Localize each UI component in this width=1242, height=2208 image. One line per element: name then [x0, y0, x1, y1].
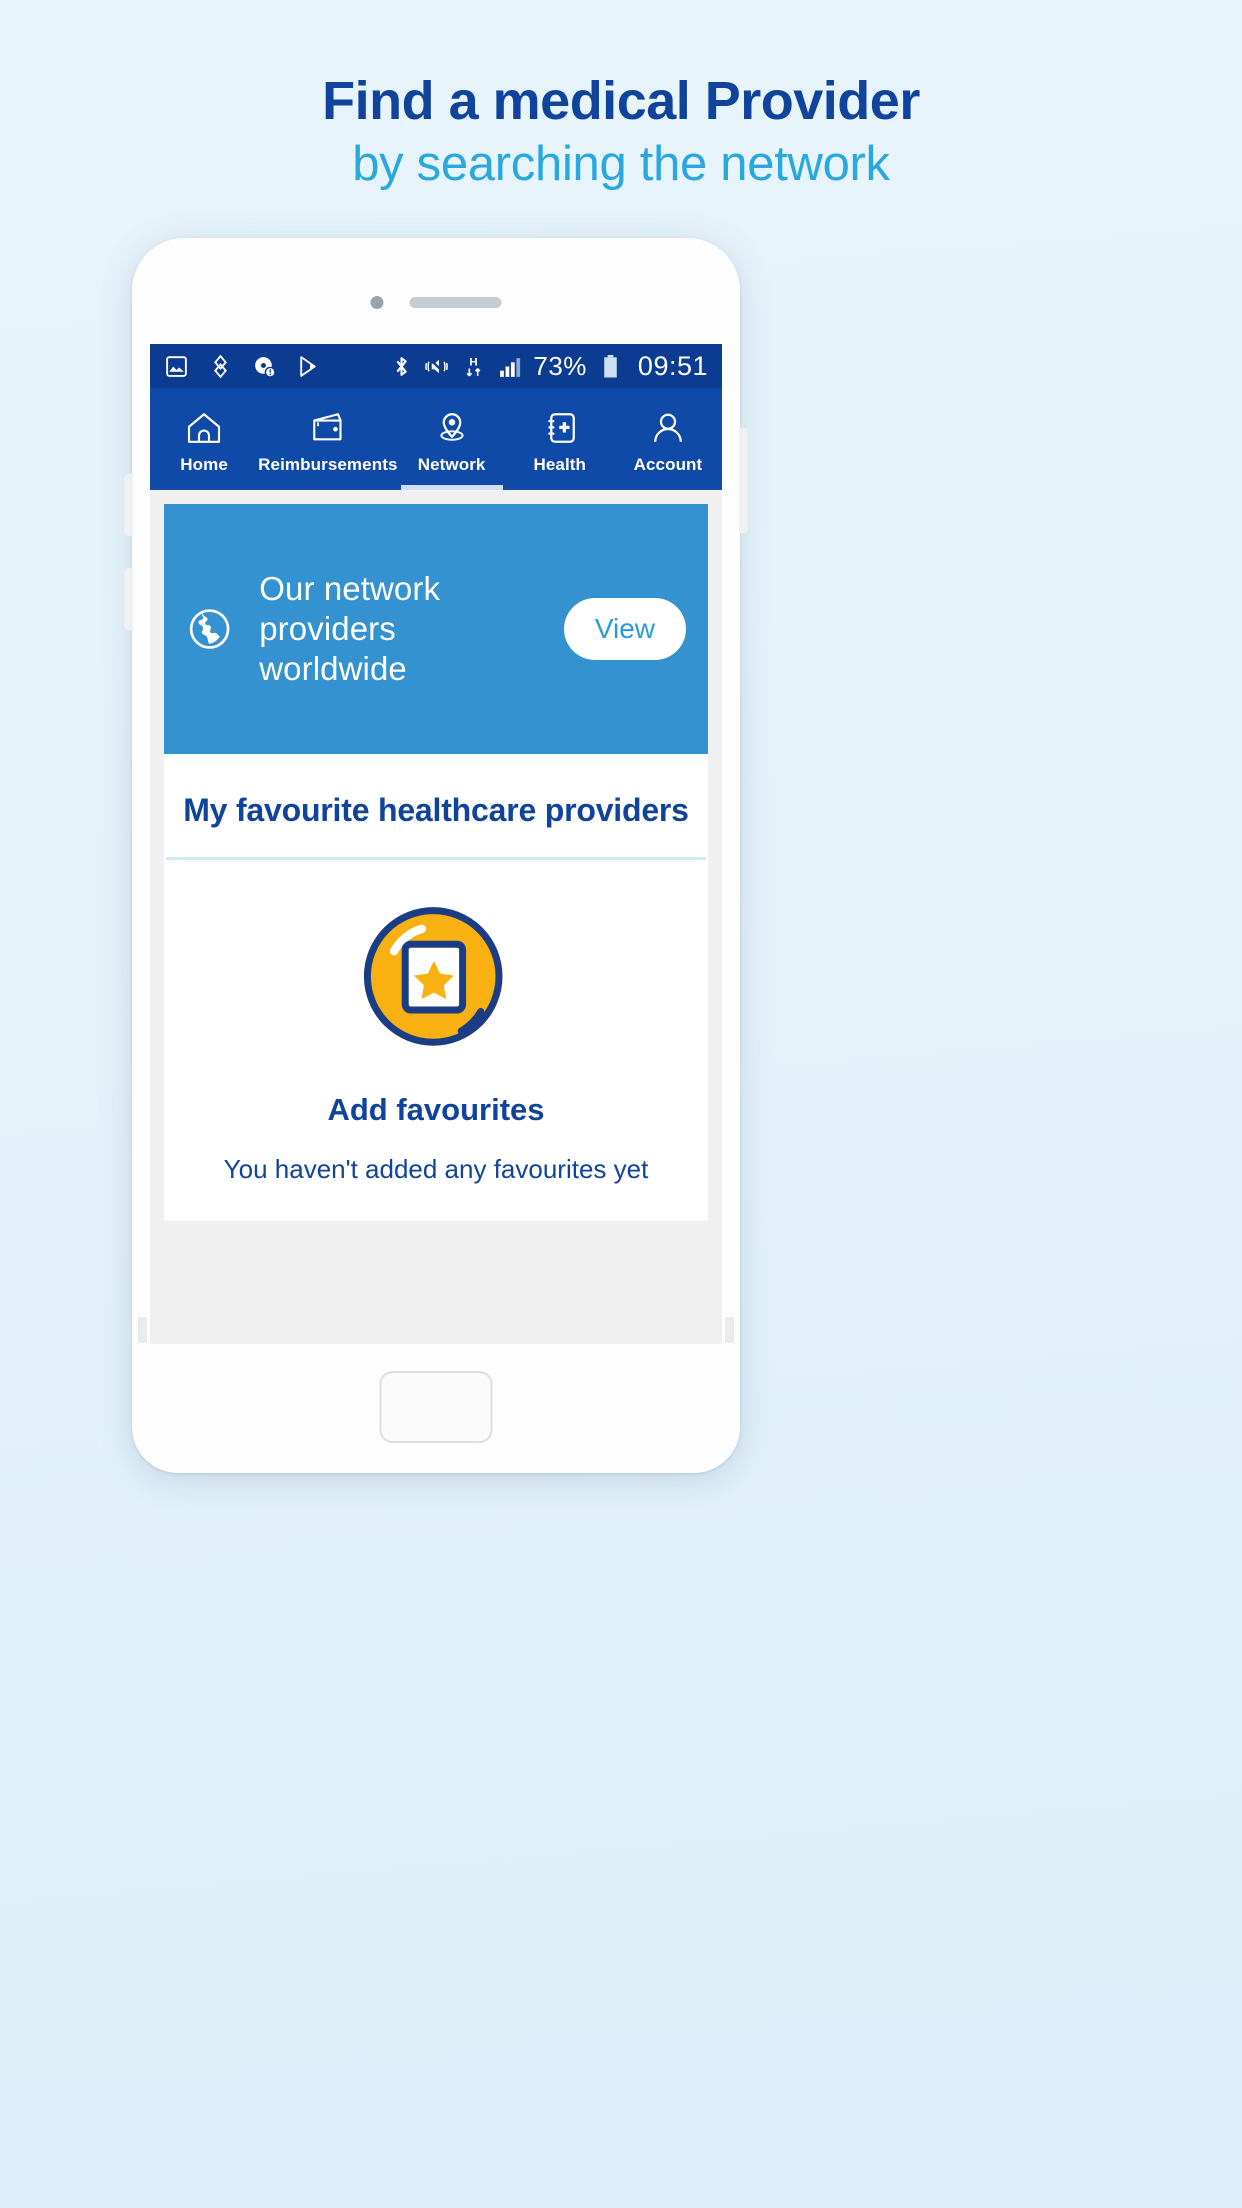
- phone-frame-notch-right: [725, 1317, 734, 1343]
- battery-icon: [604, 354, 617, 377]
- play-store-icon: [300, 355, 316, 377]
- status-bar-right-icons: H 73% 09:51: [389, 351, 708, 382]
- status-bar: H 73% 09:51: [150, 344, 722, 388]
- tab-reimbursements[interactable]: Reimbursements: [258, 388, 397, 490]
- svg-text:H: H: [470, 356, 478, 368]
- tab-account-label: Account: [633, 454, 703, 474]
- home-button[interactable]: [379, 1371, 493, 1443]
- person-icon: [654, 413, 682, 442]
- favourites-card: My favourite healthcare providers Add fa…: [164, 754, 708, 1221]
- location-crosshair-icon: [214, 354, 227, 378]
- disc-alert-icon: [255, 356, 276, 378]
- promo-title: Find a medical Provider: [322, 71, 920, 131]
- view-button[interactable]: View: [563, 598, 686, 660]
- phone-frame-notch-left: [138, 1317, 147, 1343]
- promo-subtitle: by searching the network: [352, 137, 890, 192]
- tab-home[interactable]: Home: [150, 388, 258, 490]
- favourites-empty-message: You haven't added any favourites yet: [223, 1154, 649, 1184]
- add-favourites-link[interactable]: Add favourites: [164, 1078, 708, 1128]
- signal-bars-icon: [500, 357, 521, 377]
- battery-percentage: 73%: [533, 350, 587, 381]
- star-document-circle-icon: [363, 907, 503, 1046]
- mute-vibrate-icon: [425, 358, 449, 374]
- map-pin-icon: [440, 412, 464, 441]
- phone-mockup: H 73% 09:51 Home Reimbursements Network …: [124, 238, 748, 1473]
- phone-volume-down-button: [124, 568, 133, 630]
- banner-text: Our network providers worldwide: [259, 569, 441, 688]
- status-bar-left-icons: [164, 354, 321, 379]
- phone-power-button: [739, 428, 748, 533]
- bluetooth-icon: [396, 356, 408, 376]
- tab-network[interactable]: Network: [398, 388, 506, 490]
- tab-network-label: Network: [417, 454, 486, 474]
- tab-health-label: Health: [533, 454, 587, 474]
- phone-volume-up-button: [124, 474, 133, 536]
- wallet-icon: [313, 412, 342, 440]
- bottom-navigation-bar: Home Reimbursements Network Health Accou…: [150, 388, 722, 490]
- network-providers-banner[interactable]: Our network providers worldwide View: [164, 504, 708, 754]
- clock-time: 09:51: [637, 350, 708, 381]
- promo-header: Find a medical Provider by searching the…: [0, 72, 1242, 192]
- hspa-data-icon: H: [466, 356, 481, 376]
- tab-home-label: Home: [180, 454, 228, 474]
- health-book-icon: [548, 412, 575, 443]
- tab-health[interactable]: Health: [506, 388, 614, 490]
- home-icon: [188, 412, 221, 443]
- image-icon: [166, 355, 187, 377]
- globe-icon: [189, 609, 230, 649]
- favourites-section-title: My favourite healthcare providers: [183, 792, 689, 828]
- front-camera: [370, 296, 384, 309]
- phone-earpiece: [370, 296, 502, 309]
- add-favourites-icon-wrap[interactable]: [164, 860, 708, 1078]
- tab-account[interactable]: Account: [614, 388, 722, 490]
- tab-reimbursements-label: Reimbursements: [258, 454, 398, 474]
- phone-screen: H 73% 09:51 Home Reimbursements Network …: [150, 344, 722, 1344]
- speaker-grille: [409, 297, 502, 308]
